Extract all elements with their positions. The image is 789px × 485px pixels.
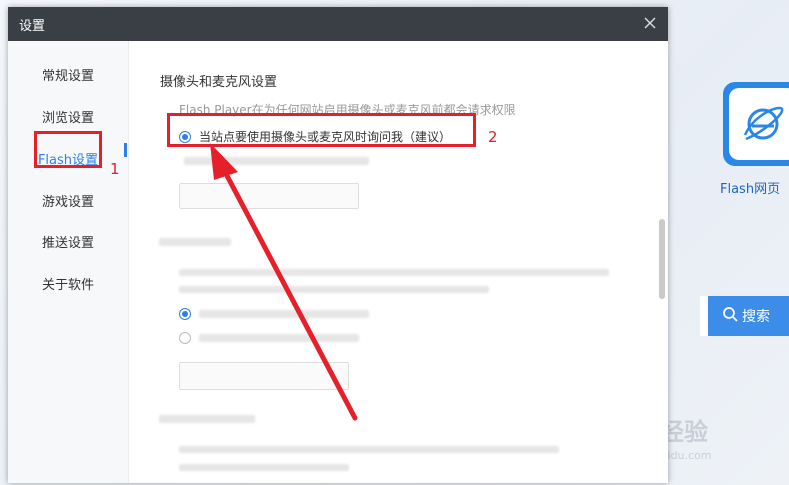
annotation-arrow	[210, 143, 358, 421]
